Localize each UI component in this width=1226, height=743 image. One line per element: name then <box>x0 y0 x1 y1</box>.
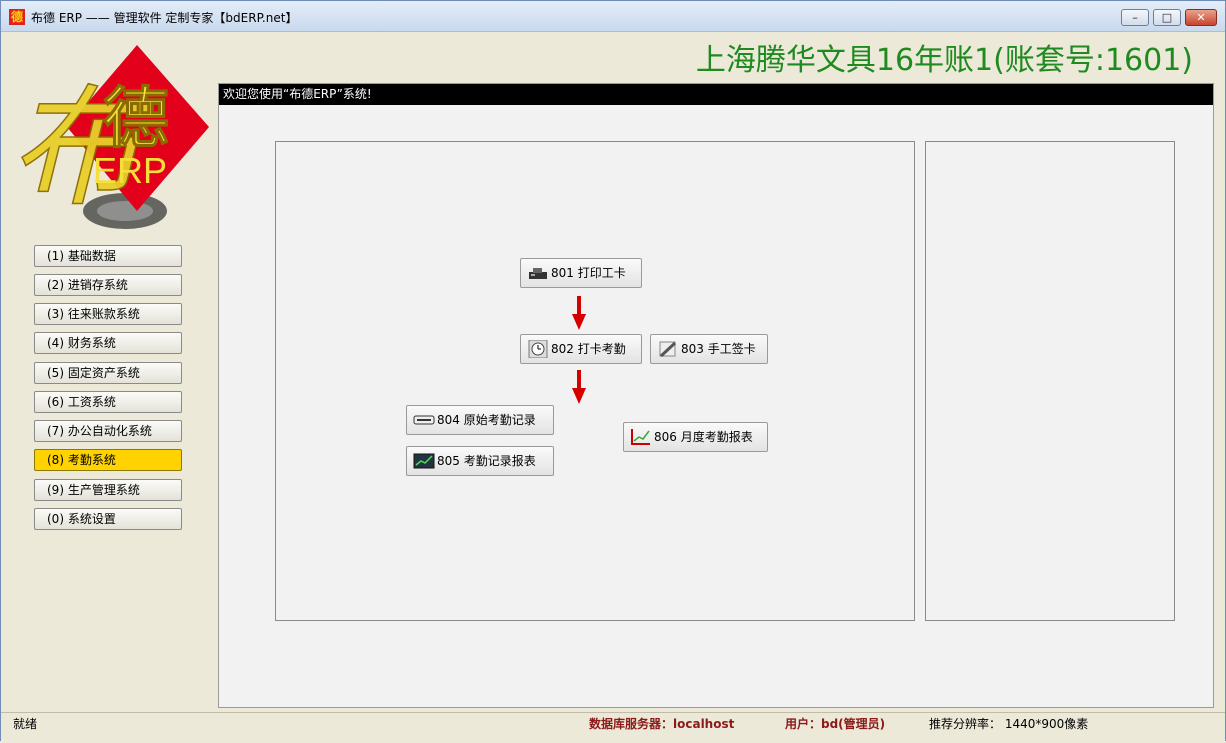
minimize-button[interactable]: – <box>1121 9 1149 26</box>
bd-erp-logo: 布 德 ERP <box>8 45 209 229</box>
sidebar-item-fixed-assets[interactable]: (5) 固定资产系统 <box>34 362 182 384</box>
line-chart-icon <box>631 429 650 445</box>
flow-panel: 801 打印工卡 802 打卡考勤 803 手工签卡 804 原始考勤记录 80… <box>275 141 915 621</box>
down-arrow-icon <box>572 370 586 404</box>
print-card-button[interactable]: 801 打印工卡 <box>520 258 642 288</box>
logo-seal-sub: ERP <box>93 150 167 191</box>
printer-icon <box>529 268 547 279</box>
sidebar-item-accounts[interactable]: (3) 往来账款系统 <box>34 303 182 325</box>
side-panel <box>925 141 1175 621</box>
attendance-report-button[interactable]: 805 考勤记录报表 <box>406 446 554 476</box>
manual-sign-button[interactable]: 803 手工签卡 <box>650 334 768 364</box>
card-reader-icon <box>413 415 435 425</box>
monthly-report-button[interactable]: 806 月度考勤报表 <box>623 422 768 452</box>
status-db-server: 数据库服务器：localhost <box>589 717 735 731</box>
status-resolution: 推荐分辨率： 1440*900像素 <box>929 717 1089 731</box>
down-arrow-icon <box>572 296 586 330</box>
sidebar-item-inventory[interactable]: (2) 进销存系统 <box>34 274 182 296</box>
sidebar-item-attendance[interactable]: (8) 考勤系统 <box>34 449 182 471</box>
main-content: 欢迎您使用“布德ERP”系统! 801 打印工卡 802 打卡考勤 803 手工… <box>218 83 1214 708</box>
app-logo-icon: 德 <box>9 9 25 25</box>
sidebar-item-finance[interactable]: (4) 财务系统 <box>34 332 182 354</box>
welcome-bar: 欢迎您使用“布德ERP”系统! <box>219 84 1213 105</box>
status-bar: 就绪 数据库服务器：localhost 用户：bd(管理员) 推荐分辨率： 14… <box>1 712 1225 743</box>
clock-icon <box>528 340 548 358</box>
sidebar-item-payroll[interactable]: (6) 工资系统 <box>34 391 182 413</box>
status-ready: 就绪 <box>13 717 38 731</box>
status-user: 用户：bd(管理员) <box>785 717 886 731</box>
sidebar-item-basic-data[interactable]: (1) 基础数据 <box>34 245 182 267</box>
clock-in-button[interactable]: 802 打卡考勤 <box>520 334 642 364</box>
title-bar[interactable]: 德 布德 ERP —— 管理软件 定制专家【bdERP.net】 – □ ✕ <box>1 1 1225 32</box>
raw-attendance-button[interactable]: 804 原始考勤记录 <box>406 405 554 435</box>
close-button[interactable]: ✕ <box>1185 9 1217 26</box>
sidebar-item-settings[interactable]: (0) 系统设置 <box>34 508 182 530</box>
logo-seal-char: 德 <box>103 79 169 157</box>
window-title: 布德 ERP —— 管理软件 定制专家【bdERP.net】 <box>31 11 298 25</box>
chart-board-icon <box>413 453 435 469</box>
sidebar-item-office-automation[interactable]: (7) 办公自动化系统 <box>34 420 182 442</box>
sidebar-item-production[interactable]: (9) 生产管理系统 <box>34 479 182 501</box>
company-title: 上海腾华文具16年账1(账套号:1601) <box>695 43 1193 78</box>
main-window: 德 布德 ERP —— 管理软件 定制专家【bdERP.net】 – □ ✕ 上… <box>0 0 1226 743</box>
maximize-button[interactable]: □ <box>1153 9 1181 26</box>
pen-icon <box>659 341 677 358</box>
